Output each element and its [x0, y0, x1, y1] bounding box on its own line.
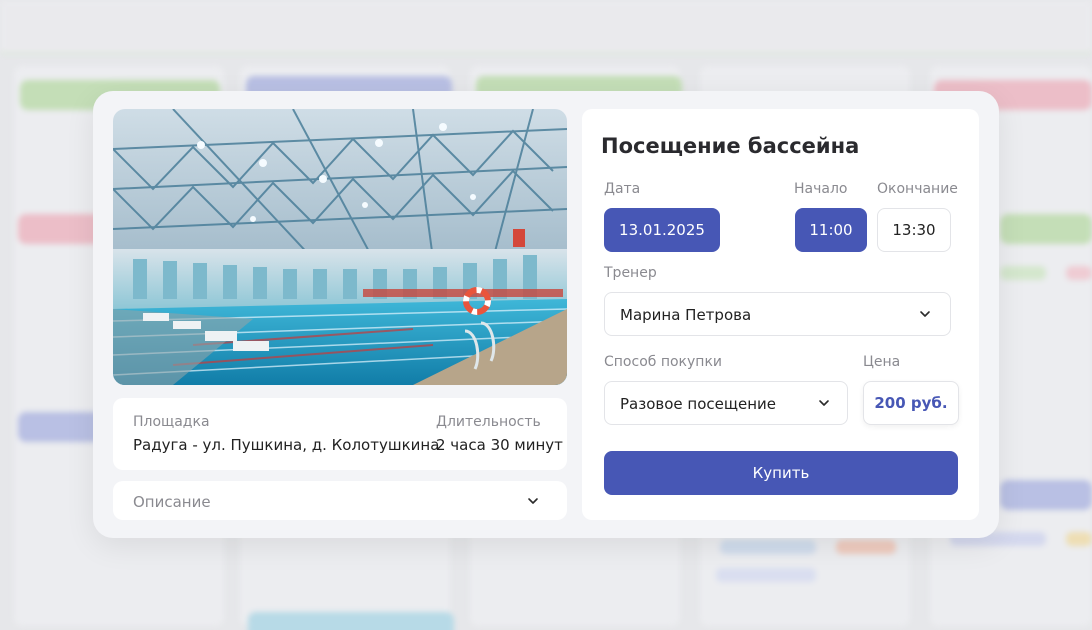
- chevron-down-icon: [817, 396, 831, 410]
- end-time-field[interactable]: 13:30: [877, 208, 951, 252]
- background-chip: [720, 540, 816, 554]
- duration-label: Длительность: [436, 414, 541, 430]
- trainer-select[interactable]: Марина Петрова: [604, 292, 951, 336]
- description-label: Описание: [133, 493, 211, 511]
- date-picker-button[interactable]: 13.01.2025: [604, 208, 720, 252]
- background-chip: [716, 568, 816, 582]
- trainer-label: Тренер: [604, 265, 657, 281]
- background-topbar: [0, 0, 1092, 54]
- venue-info-card: Площадка Радуга - ул. Пушкина, д. Колоту…: [113, 398, 567, 470]
- end-time-label: Окончание: [877, 181, 958, 197]
- date-label: Дата: [604, 181, 641, 197]
- buy-button[interactable]: Купить: [604, 451, 958, 495]
- price-value: 200 руб.: [863, 381, 959, 425]
- background-event: [1000, 214, 1092, 244]
- booking-form: Посещение бассейна Дата 13.01.2025 Начал…: [582, 109, 979, 520]
- background-chip: [836, 540, 896, 554]
- background-chip: [1000, 266, 1046, 280]
- trainer-value: Марина Петрова: [620, 306, 752, 324]
- start-time-button[interactable]: 11:00: [795, 208, 867, 252]
- background-event: [1000, 480, 1092, 510]
- venue-value: Радуга - ул. Пушкина, д. Колотушкина: [133, 436, 440, 454]
- booking-modal: Площадка Радуга - ул. Пушкина, д. Колоту…: [93, 91, 999, 538]
- chevron-down-icon: [918, 307, 932, 321]
- purchase-method-label: Способ покупки: [604, 354, 723, 370]
- pool-photo: [113, 109, 567, 385]
- start-time-label: Начало: [794, 181, 848, 197]
- background-event: [248, 612, 454, 630]
- chevron-down-icon: [526, 493, 540, 507]
- background-chip: [1066, 532, 1092, 546]
- price-label: Цена: [863, 354, 901, 370]
- venue-label: Площадка: [133, 414, 210, 430]
- modal-title: Посещение бассейна: [601, 134, 860, 158]
- description-accordion[interactable]: Описание: [113, 481, 567, 520]
- purchase-method-value: Разовое посещение: [620, 395, 777, 413]
- background-chip: [1066, 266, 1092, 280]
- duration-value: 2 часа 30 минут: [436, 436, 563, 454]
- purchase-method-select[interactable]: Разовое посещение: [604, 381, 848, 425]
